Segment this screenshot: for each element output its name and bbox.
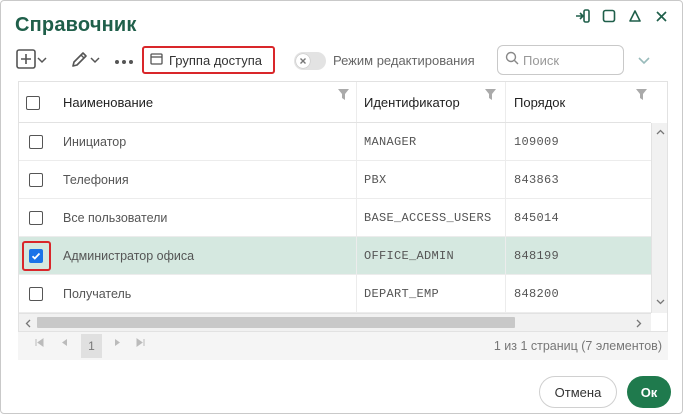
cell-order: 845014 (514, 211, 560, 225)
edit-button[interactable] (70, 45, 100, 77)
ok-button[interactable]: Ок (627, 376, 671, 408)
checkmark-icon (31, 252, 41, 260)
select-all-checkbox[interactable] (26, 95, 40, 110)
cell-order: 848200 (514, 287, 560, 301)
scroll-up-icon[interactable] (654, 125, 666, 139)
pencil-icon (70, 49, 90, 74)
page-number-button[interactable]: 1 (81, 334, 102, 358)
chevron-down-icon (90, 52, 100, 70)
column-divider (505, 199, 506, 236)
add-icon (15, 48, 37, 75)
cell-identifier: BASE_ACCESS_USERS (364, 211, 492, 225)
window-icon (150, 52, 163, 68)
cell-identifier: DEPART_EMP (364, 287, 440, 301)
column-header-label: Идентификатор (364, 95, 460, 110)
scroll-left-icon[interactable] (22, 317, 34, 329)
cell-identifier: PBX (364, 173, 387, 187)
search-box (497, 45, 624, 75)
access-group-button[interactable]: Группа доступа (142, 46, 275, 74)
row-checkbox[interactable] (29, 287, 43, 301)
pin-icon[interactable] (626, 7, 644, 25)
chevron-down-icon (37, 52, 47, 70)
column-header-name[interactable]: Наименование (63, 82, 355, 123)
window-controls (574, 7, 670, 25)
cell-identifier: MANAGER (364, 135, 417, 149)
search-icon (505, 51, 519, 70)
toggle-knob (296, 54, 310, 68)
column-divider (505, 82, 506, 122)
filter-icon[interactable] (485, 88, 496, 103)
pager: 1 1 из 1 страниц (7 элементов) (18, 332, 668, 360)
row-checkbox-cell (29, 123, 43, 161)
dialog-title: Справочник (15, 14, 137, 36)
column-divider (505, 237, 506, 274)
pager-info: 1 из 1 страниц (7 элементов) (493, 339, 662, 353)
toolbar: Группа доступа Режим редактирования (15, 45, 670, 77)
row-checkbox-cell (29, 275, 43, 313)
search-input[interactable] (523, 52, 618, 68)
dialog: Справочник Группа доступа Режим редактир… (0, 0, 683, 414)
grid-header: Наименование Идентификатор Порядок (19, 82, 651, 123)
row-checkbox-checked[interactable] (29, 249, 43, 263)
column-divider (505, 161, 506, 198)
cell-order: 843863 (514, 173, 560, 187)
row-checkbox[interactable] (29, 135, 43, 149)
table-row[interactable]: Все пользователи BASE_ACCESS_USERS 84501… (19, 199, 651, 237)
maximize-icon[interactable] (600, 7, 618, 25)
edit-mode-label: Режим редактирования (333, 53, 475, 68)
access-group-label: Группа доступа (169, 52, 262, 68)
cell-name: Все пользователи (63, 211, 168, 225)
column-divider (505, 123, 506, 160)
table-row[interactable]: Получатель DEPART_EMP 848200 (19, 275, 651, 313)
column-divider (505, 275, 506, 312)
row-checkbox-cell (29, 199, 43, 237)
column-divider (356, 199, 357, 236)
x-icon (299, 52, 307, 70)
more-dots-icon (114, 52, 134, 70)
column-header-label: Наименование (63, 95, 154, 110)
horizontal-scrollbar[interactable] (19, 313, 651, 331)
filter-icon[interactable] (338, 88, 349, 103)
data-grid: Наименование Идентификатор Порядок Иници… (18, 81, 668, 332)
cell-identifier: OFFICE_ADMIN (364, 249, 455, 263)
cancel-button[interactable]: Отмена (539, 376, 617, 408)
table-row[interactable]: Инициатор MANAGER 109009 (19, 123, 651, 161)
more-button[interactable] (114, 45, 134, 77)
select-all-cell (26, 82, 40, 123)
table-row-selected[interactable]: Администратор офиса OFFICE_ADMIN 848199 (19, 237, 651, 275)
column-divider (356, 123, 357, 160)
filter-icon[interactable] (636, 88, 647, 103)
cell-name: Инициатор (63, 135, 127, 149)
cell-name: Администратор офиса (63, 249, 195, 263)
edit-mode-toggle[interactable] (294, 52, 326, 70)
scroll-down-icon[interactable] (654, 295, 666, 309)
cell-order: 848199 (514, 249, 560, 263)
column-divider (356, 82, 357, 122)
column-header-order[interactable]: Порядок (514, 82, 649, 123)
next-page-icon[interactable] (114, 338, 121, 350)
cell-order: 109009 (514, 135, 560, 149)
row-checkbox[interactable] (29, 173, 43, 187)
column-header-identifier[interactable]: Идентификатор (364, 82, 502, 123)
column-divider (356, 161, 357, 198)
cell-name: Телефония (63, 173, 129, 187)
column-header-label: Порядок (514, 95, 566, 110)
chevron-down-icon[interactable] (637, 53, 651, 72)
row-checkbox-cell (29, 161, 43, 199)
table-row[interactable]: Телефония PBX 843863 (19, 161, 651, 199)
add-button[interactable] (15, 45, 47, 77)
column-divider (356, 275, 357, 312)
vertical-scrollbar[interactable] (651, 123, 667, 313)
close-icon[interactable] (652, 7, 670, 25)
row-checkbox-cell (29, 237, 43, 275)
row-checkbox[interactable] (29, 211, 43, 225)
last-page-icon[interactable] (136, 338, 145, 350)
cell-name: Получатель (63, 287, 132, 301)
scroll-right-icon[interactable] (633, 317, 645, 329)
detach-icon[interactable] (574, 7, 592, 25)
column-divider (356, 237, 357, 274)
scrollbar-thumb[interactable] (37, 317, 515, 328)
prev-page-icon[interactable] (61, 338, 68, 350)
first-page-icon[interactable] (35, 338, 44, 350)
